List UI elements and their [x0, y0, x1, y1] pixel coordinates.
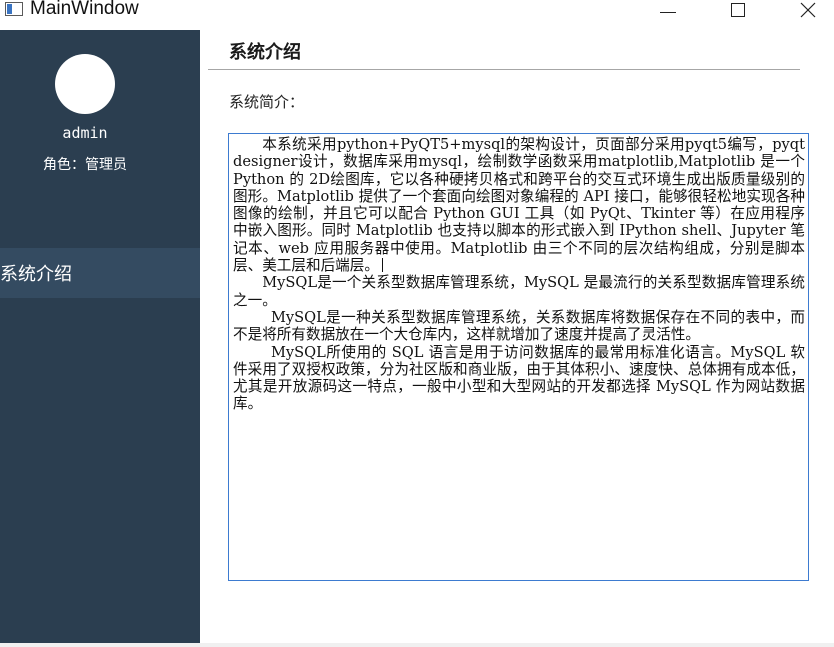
role-label: 角色：管理员: [43, 156, 127, 172]
sidebar: admin 角色：管理员 系统介绍: [0, 30, 200, 643]
nav-item-label: 系统介绍: [0, 264, 72, 285]
avatar: [55, 54, 115, 114]
maximize-button[interactable]: [715, 0, 761, 22]
title-bar: MainWindow: [0, 0, 834, 21]
maximize-icon: [731, 3, 745, 17]
window-title: MainWindow: [30, 0, 139, 19]
close-button[interactable]: [785, 0, 831, 22]
paragraph: 本系统采用python+PyQT5+mysql的架构设计，页面部分采用pyqt5…: [233, 136, 805, 275]
intro-label: 系统简介：: [229, 93, 305, 111]
minimize-button[interactable]: [645, 0, 691, 22]
app-icon: [5, 2, 23, 16]
paragraph: MySQL是一个关系型数据库管理系统，MySQL 是最流行的关系型数据库管理系统…: [233, 274, 805, 309]
nav-item-system-intro[interactable]: 系统介绍: [0, 248, 200, 298]
username-label: admin: [62, 124, 108, 142]
title-divider: [208, 69, 800, 70]
paragraph: MySQL是一种关系型数据库管理系统，关系数据库将数据保存在不同的表中，而不是将…: [233, 308, 805, 344]
intro-text-editor[interactable]: 本系统采用python+PyQT5+mysql的架构设计，页面部分采用pyqt5…: [228, 133, 809, 581]
paragraph: MySQL所使用的 SQL 语言是用于访问数据库的最常用标准化语言。MySQL …: [233, 343, 805, 413]
text-cursor: [381, 258, 383, 273]
status-bar: [0, 643, 834, 647]
minimize-icon: [660, 11, 676, 13]
close-icon: [800, 2, 816, 18]
page-title: 系统介绍: [229, 42, 301, 63]
